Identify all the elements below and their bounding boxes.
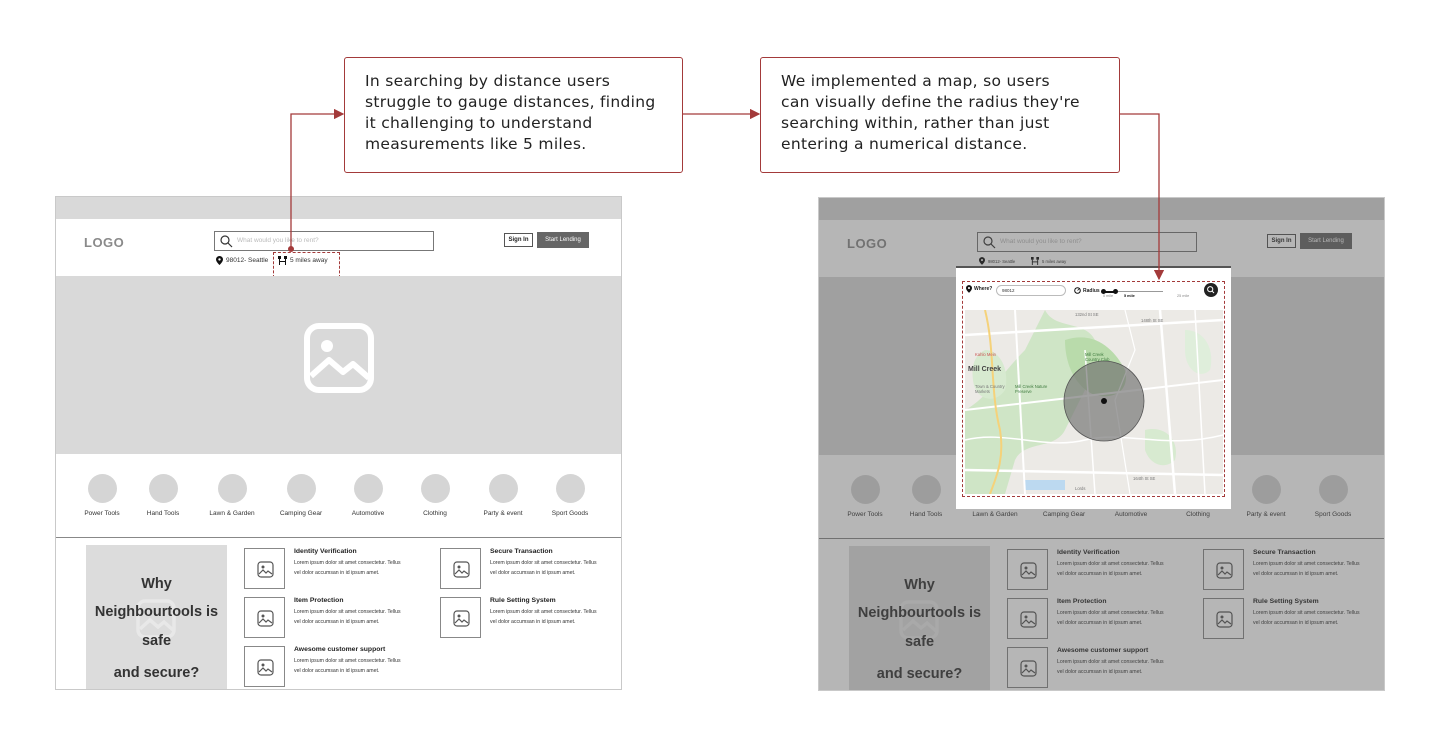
category-label: Power Tools	[84, 510, 120, 517]
category-sport-goods[interactable]: Sport Goods	[538, 474, 602, 517]
wireframe-before: LOGO What would you like to rent? 98012-…	[55, 196, 622, 690]
category-label: Automotive	[351, 510, 385, 517]
distance-highlight	[273, 252, 340, 278]
annotation-line: it challenging to understand	[365, 114, 593, 132]
map-streets	[965, 310, 1223, 494]
feature-description: Lorem ipsum dolor sit amet consectetur. …	[294, 609, 401, 625]
feature-title: Secure Transaction	[490, 548, 553, 555]
image-placeholder-icon	[453, 561, 470, 578]
why-heading-line: safe	[141, 633, 172, 649]
slider-max-label: 25 mile	[1177, 294, 1190, 298]
category-label: Sport Goods	[551, 510, 589, 517]
map-search-button[interactable]	[1204, 283, 1218, 297]
image-placeholder-icon	[257, 561, 274, 578]
why-heading-line: and secure?	[113, 665, 200, 681]
annotation-line: searching within, rather than just	[781, 114, 1050, 132]
map-label: Lords	[1075, 486, 1086, 491]
category-lawn-garden[interactable]: Lawn & Garden	[200, 474, 264, 517]
logo[interactable]: LOGO	[84, 235, 124, 250]
map-label: Mill Creek	[968, 366, 1002, 373]
feature-title: Rule Setting System	[490, 597, 556, 604]
image-placeholder-icon	[453, 610, 470, 627]
annotation-line: In searching by distance users	[365, 72, 611, 90]
feature-description: Lorem ipsum dolor sit amet consectetur. …	[490, 560, 597, 576]
category-label: Party & event	[483, 510, 523, 517]
search-icon	[220, 235, 233, 248]
feature-description: Lorem ipsum dolor sit amet consectetur. …	[294, 658, 401, 674]
map-label: Mill Creek Country Club	[1085, 352, 1110, 362]
feature-title: Identity Verification	[294, 548, 357, 555]
center-point	[1101, 398, 1107, 404]
annotation-line: struggle to gauge distances, finding	[365, 93, 656, 111]
feature-title: Awesome customer support	[294, 646, 386, 653]
feature-image	[244, 597, 285, 638]
start-lending-button[interactable]: Start Lending	[537, 232, 589, 248]
feature-image	[440, 548, 481, 589]
location-text: 98012- Seattle	[226, 257, 269, 264]
annotation-line: entering a numerical distance.	[781, 135, 1028, 153]
map-label: 148th St SE	[1141, 318, 1164, 323]
feature-image	[440, 597, 481, 638]
category-power-tools[interactable]: Power Tools	[70, 474, 134, 517]
feature-image	[244, 646, 285, 687]
feature-description: Lorem ipsum dolor sit amet consectetur. …	[294, 560, 401, 576]
category-label: Lawn & Garden	[209, 510, 255, 517]
category-camping-gear[interactable]: Camping Gear	[269, 474, 333, 517]
map-view[interactable]: Mill Creek Mill Creek Country Club Town …	[965, 310, 1223, 494]
solution-annotation: We implemented a map, so users can visua…	[760, 57, 1120, 173]
category-clothing[interactable]: Clothing	[403, 474, 467, 517]
feature-title: Item Protection	[294, 597, 344, 604]
category-label: Camping Gear	[279, 510, 323, 517]
map-label: 164th St SE	[1133, 476, 1156, 481]
map-label: Town & Country Markets	[975, 384, 1005, 394]
search-placeholder: What would you like to rent?	[237, 237, 319, 244]
search-icon	[1207, 286, 1215, 294]
slider-knob[interactable]	[1112, 289, 1118, 294]
image-placeholder-icon	[257, 659, 274, 676]
image-placeholder-icon	[304, 323, 374, 393]
radius-label-group: Radius	[1074, 287, 1100, 294]
search-input[interactable]: What would you like to rent?	[214, 231, 434, 251]
where-label: Where?	[974, 286, 993, 292]
location-pin-icon	[966, 285, 972, 293]
why-heading-line: Neighbourtools is	[94, 604, 219, 620]
annotation-line: measurements like 5 miles.	[365, 135, 587, 153]
where-label-group: Where?	[966, 285, 992, 293]
category-label: Hand Tools	[146, 510, 180, 517]
radius-slider[interactable]	[1100, 289, 1163, 294]
wireframe-after: LOGO What would you like to rent? 98012-…	[818, 197, 1385, 691]
section-divider	[56, 537, 621, 538]
feature-description: Lorem ipsum dolor sit amet consectetur. …	[490, 609, 597, 625]
category-automotive[interactable]: Automotive	[336, 474, 400, 517]
slider-value-label: 5 mile	[1124, 294, 1135, 298]
category-hand-tools[interactable]: Hand Tools	[131, 474, 195, 517]
radius-icon	[1074, 287, 1081, 294]
radius-label: Radius	[1083, 287, 1100, 294]
slider-min-label: 0 mile	[1103, 294, 1114, 298]
location-pin-icon	[216, 256, 223, 265]
category-party-event[interactable]: Party & event	[471, 474, 535, 517]
feature-image	[244, 548, 285, 589]
sign-in-button[interactable]: Sign In	[504, 233, 533, 247]
why-safe-panel: Why Neighbourtools is safe and secure?	[86, 545, 227, 689]
browser-top-strip	[56, 197, 621, 219]
map-label: 132nd St SE	[1075, 312, 1099, 317]
map-radius-modal: Where? 98012 Radius 0 mile 5 mile 25 mil…	[956, 266, 1231, 509]
location-selector[interactable]: 98012- Seattle	[216, 256, 268, 265]
category-label: Clothing	[423, 510, 447, 517]
problem-annotation: In searching by distance users struggle …	[344, 57, 683, 173]
map-label: Kahlo Mein	[975, 352, 996, 357]
annotation-line: can visually define the radius they're	[781, 93, 1080, 111]
why-heading-line: Why	[141, 576, 172, 592]
hero-banner	[56, 276, 621, 454]
annotation-line: We implemented a map, so users	[781, 72, 1050, 90]
where-input[interactable]: 98012	[996, 285, 1066, 296]
image-placeholder-icon	[257, 610, 274, 627]
map-label: Mill Creek Nature Preserve	[1015, 384, 1048, 394]
category-row: Power Tools Hand Tools Lawn & Garden Cam…	[56, 454, 621, 537]
